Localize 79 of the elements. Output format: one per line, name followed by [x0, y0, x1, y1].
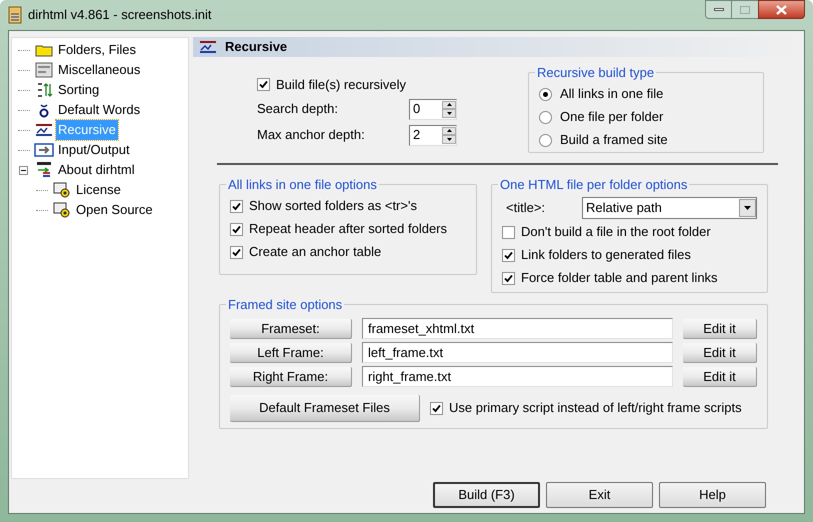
chart-icon: [199, 40, 217, 54]
group-title: Recursive build type: [536, 64, 656, 82]
tree-item[interactable]: Miscellaneous: [56, 60, 142, 80]
default-files-button[interactable]: Default Frameset Files: [230, 394, 420, 422]
group-title: All links in one file options: [227, 176, 378, 194]
dropdown-arrow-icon: [744, 206, 751, 210]
down-arrow-icon: [446, 112, 452, 115]
checkbox-label: Build file(s) recursively: [276, 76, 406, 94]
tree-item[interactable]: Input/Output: [56, 140, 132, 160]
file-picker-button[interactable]: Frameset:: [230, 318, 352, 338]
file-field[interactable]: left_frame.txt: [362, 342, 673, 363]
radio-label: All links in one file: [560, 85, 664, 104]
dialog-button[interactable]: Build (F3): [433, 482, 540, 508]
radio-label: Build a framed site: [560, 131, 668, 150]
checkbox[interactable]: [502, 248, 515, 262]
checkbox-label: Create an anchor table: [249, 243, 382, 262]
dialog-button[interactable]: Help: [659, 482, 766, 508]
spin-up-button[interactable]: [442, 126, 456, 135]
number-spinner[interactable]: 2: [409, 124, 457, 146]
tree-item[interactable]: Open Source: [74, 200, 155, 220]
sort-icon: [35, 82, 53, 98]
checkbox[interactable]: [502, 272, 515, 284]
title-dropdown[interactable]: Relative path: [582, 196, 757, 218]
gear-window-icon: [53, 182, 71, 198]
checkbox-label: Don't build a file in the root folder: [521, 223, 711, 242]
tree-item[interactable]: About dirhtml: [56, 160, 137, 180]
file-field[interactable]: right_frame.txt: [362, 366, 673, 387]
tree-item[interactable]: Folders, Files: [56, 40, 138, 60]
edit-button[interactable]: Edit it: [683, 318, 757, 338]
file-picker-button[interactable]: Right Frame:: [230, 366, 352, 386]
window-icon: [35, 62, 53, 78]
minimize-button[interactable]: [705, 0, 732, 19]
checkbox[interactable]: [257, 78, 270, 91]
checkbox[interactable]: [230, 200, 243, 212]
checkbox-label: Use primary script instead of left/right frame scripts: [449, 399, 742, 418]
checkbox-label: Force folder table and parent links: [521, 269, 718, 288]
checkbox-label: Repeat header after sorted folders: [249, 220, 448, 238]
checkbox-label: Show sorted folders as <tr>'s: [249, 197, 417, 216]
spinner-label: Max anchor depth:: [257, 126, 366, 144]
folder-icon: [35, 43, 53, 57]
down-arrow-icon: [446, 138, 452, 141]
spin-down-button[interactable]: [442, 109, 456, 118]
up-arrow-icon: [446, 103, 452, 106]
checkbox[interactable]: [230, 246, 243, 258]
tree-item[interactable]: Sorting: [56, 80, 102, 100]
checkbox[interactable]: [230, 222, 243, 236]
html-icon: [35, 162, 53, 178]
chart-icon: [35, 123, 53, 137]
tree-item[interactable]: License: [74, 180, 123, 200]
gear-window-icon: [53, 202, 71, 218]
dialog-button[interactable]: Exit: [546, 482, 653, 508]
file-picker-button[interactable]: Left Frame:: [230, 342, 352, 362]
edit-button[interactable]: Edit it: [683, 366, 757, 386]
spin-up-button[interactable]: [442, 100, 456, 109]
field-label: <title>:: [505, 198, 546, 217]
radio-button[interactable]: [539, 110, 552, 124]
edit-button[interactable]: Edit it: [683, 342, 757, 362]
collapse-toggle[interactable]: [19, 166, 28, 174]
checkbox-label: Link folders to generated files: [521, 246, 691, 264]
arrow-window-icon: [34, 143, 54, 157]
spin-down-button[interactable]: [442, 135, 456, 144]
section-title: Recursive: [225, 38, 288, 56]
radio-button[interactable]: [539, 88, 552, 100]
spinner-label: Search depth:: [257, 100, 339, 118]
maximize-button[interactable]: [732, 0, 758, 19]
checkbox[interactable]: [430, 402, 443, 414]
number-spinner[interactable]: 0: [409, 98, 457, 120]
file-field[interactable]: frameset_xhtml.txt: [362, 318, 673, 339]
group-title: Framed site options: [227, 296, 344, 314]
radio-button[interactable]: [539, 134, 552, 146]
close-button[interactable]: [758, 0, 805, 19]
radio-label: One file per folder: [560, 108, 664, 126]
close-icon: [776, 4, 787, 14]
checkbox[interactable]: [502, 226, 515, 238]
window-title: dirhtml v4.861 - screenshots.init: [28, 6, 212, 24]
group-title: One HTML file per folder options: [499, 176, 688, 194]
app-icon: [8, 6, 22, 24]
tree-item[interactable]: Default Words: [56, 100, 142, 120]
up-arrow-icon: [446, 129, 452, 132]
